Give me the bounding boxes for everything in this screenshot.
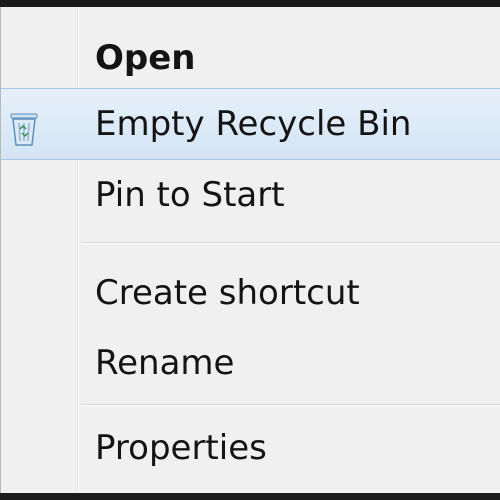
menu-item-label: Properties [95,428,267,468]
menu-item-rename[interactable]: Rename [1,332,500,392]
menu-item-open[interactable]: Open [1,29,500,85]
menu-separator [81,242,500,244]
menu-separator [81,404,500,406]
menu-item-label: Open [95,38,196,78]
menu-item-pin-to-start[interactable]: Pin to Start [1,164,500,224]
menu-item-label: Pin to Start [95,175,285,215]
menu-item-empty-recycle-bin[interactable]: Empty Recycle Bin [1,88,500,160]
menu-item-label: Empty Recycle Bin [95,104,412,144]
recycle-bin-icon [5,109,43,149]
context-menu: Open Empty Recycle Bin Pin to Start Crea… [0,7,500,493]
menu-item-label: Rename [95,343,235,383]
menu-item-properties[interactable]: Properties [1,417,500,477]
menu-item-create-shortcut[interactable]: Create shortcut [1,262,500,322]
menu-item-label: Create shortcut [95,273,360,313]
